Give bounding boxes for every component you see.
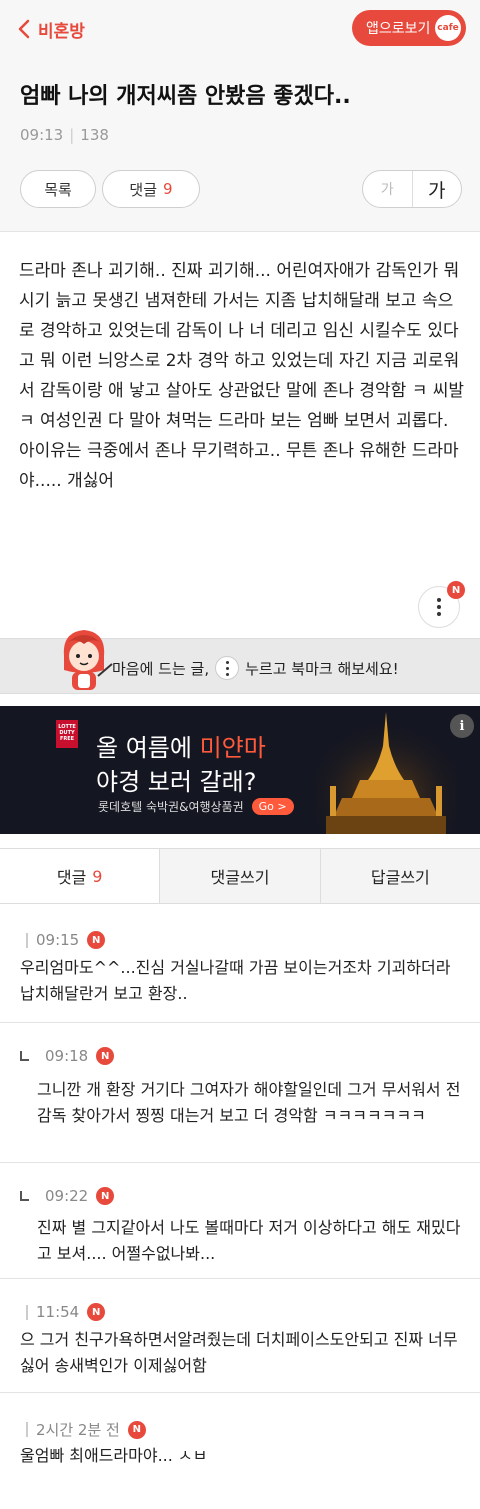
comment-text: 우리엄마도^^...진심 거실나갈때 가끔 보이는거조차 기괴하더라 납치해달란… — [20, 958, 451, 1003]
pagoda-image — [316, 706, 456, 834]
bookmark-tip-text: 마음에 드는 글, 누르고 북마크 해보세요! — [112, 656, 399, 680]
reply-arrow-icon — [20, 1191, 29, 1201]
new-badge: N — [87, 931, 106, 949]
new-badge: N — [96, 1187, 115, 1205]
tab-write-comment[interactable]: 댓글쓰기 — [159, 849, 320, 903]
comment-time: 11:54 — [36, 1303, 80, 1321]
comment-item: 09:15 N 우리엄마도^^...진심 거실나갈때 가끔 보이는거조차 기괴하… — [0, 905, 480, 1023]
post-more-button[interactable]: N — [418, 581, 465, 628]
post-time: 09:13 — [20, 126, 64, 144]
font-small-button[interactable]: 가 — [363, 171, 413, 207]
open-in-app-label: 앱으로보기 — [366, 21, 431, 37]
tab-comments-label: 댓글 — [56, 868, 87, 887]
post-meta: 09:13 | 138 — [20, 126, 109, 144]
comment-indicator — [26, 932, 28, 948]
comment-item: 11:54 N 으 그거 친구가욕하면서알려줬는데 더치페이스도안되고 진짜 너… — [0, 1279, 480, 1393]
comment-count: 9 — [163, 180, 173, 198]
new-badge: N — [447, 581, 465, 599]
comment-time: 09:22 — [45, 1187, 89, 1205]
ad-subline: 롯데호텔 숙박권&여행상품권 Go > — [98, 798, 294, 815]
comment-reply-item: 09:22 N 진짜 별 그지같아서 나도 볼때마다 저거 이상하다고 해도 재… — [0, 1163, 480, 1279]
comment-tabs: 댓글 9 댓글쓰기 답글쓰기 — [0, 848, 480, 904]
comment-header: 2시간 2분 전 N — [26, 1419, 146, 1440]
list-button[interactable]: 목록 — [20, 170, 96, 208]
tab-write-comment-label: 댓글쓰기 — [210, 868, 270, 887]
duty-free-logo: LOTTE DUTY FREE — [56, 720, 78, 748]
comment-text: 그니깐 개 환장 거기다 그여자가 해야할일인데 그거 무서워서 전 감독 찾아… — [37, 1080, 461, 1125]
font-large-button[interactable]: 가 — [413, 171, 462, 207]
tip-text-before: 마음에 드는 글, — [112, 659, 210, 678]
ad-headline-prefix: 올 여름에 — [96, 734, 200, 762]
comment-indicator — [26, 1422, 28, 1437]
mascot-character-icon — [63, 630, 113, 690]
comments-button-label: 댓글 — [129, 180, 158, 199]
post-body: 드라마 존나 괴기해.. 진짜 괴기해... 어린여자애가 감독인가 뭐시기 늙… — [19, 261, 465, 491]
comment-time: 09:18 — [45, 1047, 89, 1065]
ad-headline-highlight: 미얀마 — [199, 734, 266, 762]
comment-text: 진짜 별 그지같아서 나도 볼때마다 저거 이상하다고 해도 재밌다고 보셔..… — [37, 1218, 461, 1263]
comment-time: 2시간 2분 전 — [36, 1421, 120, 1439]
post-header: 비혼방 앱으로보기 cafe 엄빠 나의 개저씨좀 안봤음 좋겠다.. 09:1… — [0, 0, 480, 232]
cafe-logo-icon: cafe — [435, 15, 461, 41]
ad-subline-text: 롯데호텔 숙박권&여행상품권 — [98, 800, 244, 814]
comment-indicator — [26, 1304, 28, 1320]
view-count: 138 — [80, 126, 109, 144]
new-badge: N — [87, 1303, 106, 1321]
comment-time: 09:15 — [36, 931, 80, 949]
ad-headline: 올 여름에 미얀마 — [96, 728, 266, 763]
comment-reply-item: 09:18 N 그니깐 개 환장 거기다 그여자가 해야할일인데 그거 무서워서… — [0, 1023, 480, 1163]
ad-banner[interactable]: LOTTE DUTY FREE 올 여름에 미얀마 야경 보러 갈래? 롯데호텔… — [0, 706, 480, 834]
back-button[interactable]: 비혼방 — [18, 14, 85, 44]
open-in-app-button[interactable]: 앱으로보기 cafe — [352, 10, 466, 46]
tab-comments[interactable]: 댓글 9 — [0, 849, 160, 903]
ad-headline-line2: 야경 보러 갈래? — [96, 768, 257, 796]
meta-divider: | — [69, 126, 75, 144]
comment-header: 09:22 N — [20, 1187, 115, 1205]
comment-header: 09:18 N — [20, 1047, 115, 1065]
new-badge: N — [127, 1420, 146, 1439]
tip-text-after: 누르고 북마크 해보세요! — [245, 659, 399, 678]
logo-line3: FREE — [59, 736, 75, 742]
more-vertical-icon — [437, 598, 441, 616]
ad-info-icon[interactable]: i — [450, 714, 474, 738]
list-button-label: 목록 — [44, 180, 72, 199]
new-badge: N — [96, 1047, 115, 1065]
comment-item: 2시간 2분 전 N 울엄빠 최애드라마야... ㅅㅂ — [0, 1393, 480, 1509]
comments-button[interactable]: 댓글 9 — [102, 170, 200, 208]
comment-text: 울엄빠 최애드라마야... ㅅㅂ — [20, 1446, 208, 1465]
comment-header: 09:15 N — [26, 931, 106, 949]
comment-header: 11:54 N — [26, 1303, 106, 1321]
tab-write-reply-post-label: 답글쓰기 — [370, 868, 430, 887]
more-vertical-icon — [215, 656, 240, 680]
post-title: 엄빠 나의 개저씨좀 안봤음 좋겠다.. — [20, 84, 351, 109]
comment-text: 으 그거 친구가욕하면서알려줬는데 더치페이스도안되고 진짜 너무싫어 송새벽인… — [20, 1330, 458, 1375]
chevron-left-icon — [18, 19, 30, 39]
ad-go-button[interactable]: Go > — [251, 798, 294, 815]
reply-arrow-icon — [20, 1051, 29, 1061]
tab-write-reply-post[interactable]: 답글쓰기 — [319, 849, 480, 903]
tab-comments-count: 9 — [92, 866, 103, 886]
board-name: 비혼방 — [38, 21, 85, 42]
font-size-toggle: 가 가 — [362, 170, 462, 208]
